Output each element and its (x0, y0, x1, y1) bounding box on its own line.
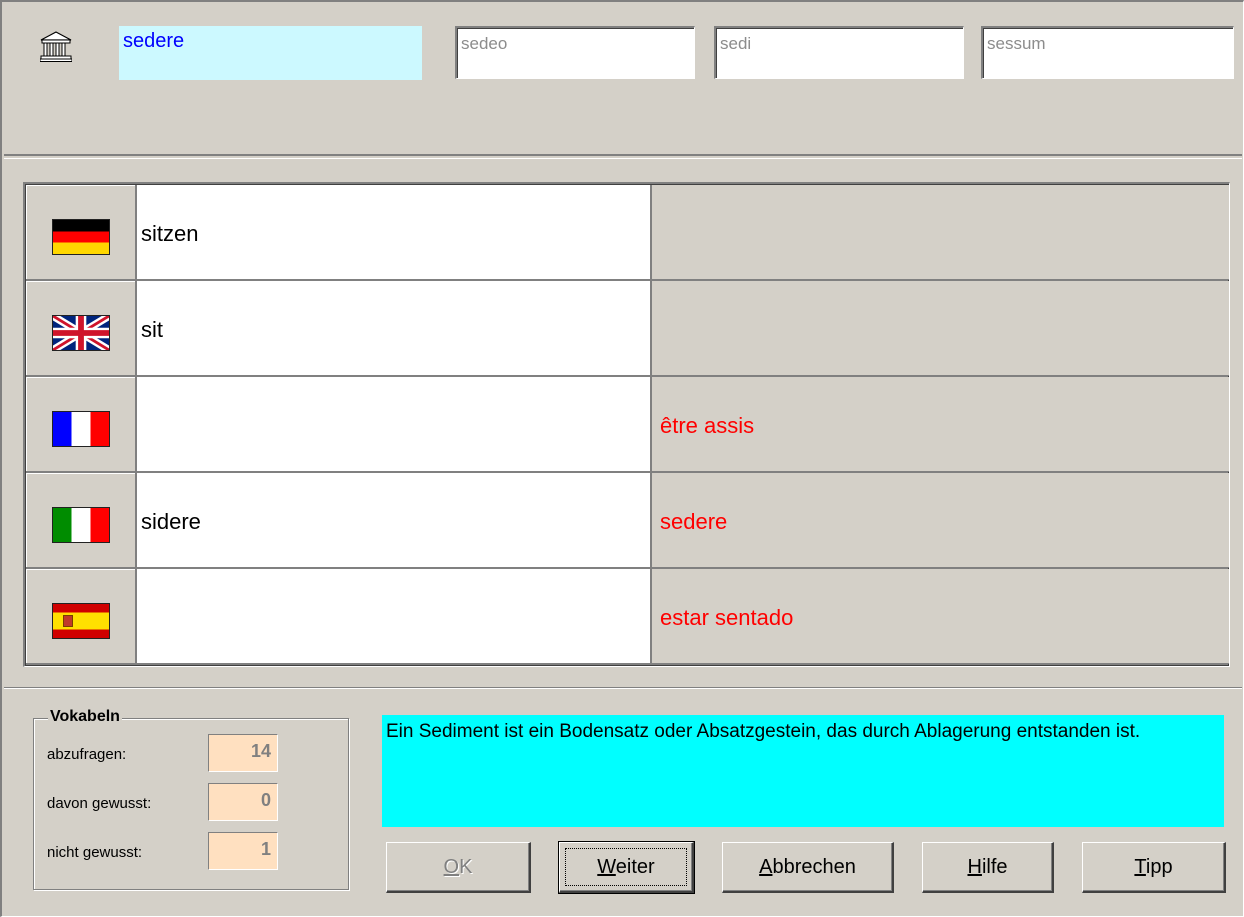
stat-label-nicht-gewusst: nicht gewusst: (47, 844, 143, 861)
solution-french: être assis (651, 377, 1229, 472)
stem-field-1[interactable]: sedeo (455, 26, 695, 79)
hilfe-button[interactable]: Hilfe (922, 842, 1054, 893)
spain-flag-icon (52, 603, 110, 639)
vocabulary-quiz-window: sedere sedeo sedi sessum sitzen sit être… (0, 0, 1244, 917)
flag-cell (26, 281, 136, 376)
translation-row-english: sit (26, 281, 1229, 377)
translation-grid: sitzen sit être assis sidere sedere esta… (23, 182, 1230, 667)
flag-cell (26, 473, 136, 568)
answer-input-spanish[interactable] (137, 569, 650, 664)
flag-cell (26, 185, 136, 280)
translation-row-italian: sidere sedere (26, 473, 1229, 569)
weiter-button[interactable]: Weiter (558, 841, 695, 894)
translation-row-spanish: estar sentado (26, 569, 1229, 665)
answer-input-italian[interactable]: sidere (137, 473, 650, 568)
germany-flag-icon (52, 219, 110, 255)
stat-value-gewusst: 0 (208, 783, 278, 821)
translation-row-german: sitzen (26, 185, 1229, 281)
uk-flag-icon (52, 315, 110, 351)
answer-input-french[interactable] (137, 377, 650, 472)
flag-cell (26, 377, 136, 472)
stat-label-gewusst: davon gewusst: (47, 795, 152, 812)
stat-value-nicht-gewusst: 1 (208, 832, 278, 870)
solution-spanish: estar sentado (651, 569, 1229, 664)
italy-flag-icon (52, 507, 110, 543)
stat-label-abzufragen: abzufragen: (47, 746, 127, 763)
tipp-button[interactable]: Tipp (1082, 842, 1226, 893)
answer-input-english[interactable]: sit (137, 281, 650, 376)
vokabeln-groupbox: Vokabeln abzufragen: 14 davon gewusst: 0… (33, 708, 349, 890)
vokabeln-title: Vokabeln (48, 708, 122, 726)
header-panel: sedere sedeo sedi sessum (4, 2, 1242, 156)
latin-word-display: sedere (119, 26, 422, 80)
stem-field-3[interactable]: sessum (981, 26, 1234, 79)
ok-button[interactable]: OK (386, 842, 531, 893)
solution-german (651, 185, 1229, 280)
temple-icon (40, 31, 72, 62)
solution-english (651, 281, 1229, 376)
header-divider (4, 158, 1242, 159)
stem-field-2[interactable]: sedi (714, 26, 964, 79)
answer-input-german[interactable]: sitzen (137, 185, 650, 280)
translation-row-french: être assis (26, 377, 1229, 473)
info-text: Ein Sediment ist ein Bodensatz oder Absa… (382, 715, 1224, 827)
france-flag-icon (52, 411, 110, 447)
abbrechen-button[interactable]: Abbrechen (722, 842, 894, 893)
flag-cell (26, 569, 136, 664)
stat-value-abzufragen: 14 (208, 734, 278, 772)
solution-italian: sedere (651, 473, 1229, 568)
